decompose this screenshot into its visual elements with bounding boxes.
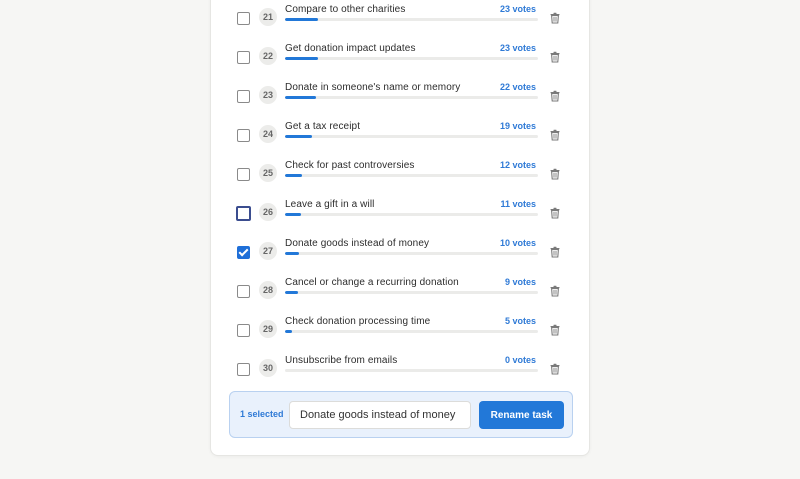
trash-icon[interactable] [549, 11, 561, 24]
task-row: 21 Compare to other charities 23 votes [211, 4, 589, 45]
selected-count: 1 selected [240, 409, 284, 419]
task-rank-badge: 26 [259, 203, 277, 221]
task-votes: 5 votes [504, 316, 536, 326]
task-checkbox[interactable] [237, 51, 250, 64]
task-checkbox[interactable] [237, 129, 250, 142]
task-title: Donate goods instead of money [285, 238, 430, 249]
task-row: 25 Check for past controversies 12 votes [211, 160, 589, 201]
task-rank-badge: 28 [259, 281, 277, 299]
task-rank-badge: 30 [259, 359, 277, 377]
task-row: 28 Cancel or change a recurring donation 9… [211, 277, 589, 318]
votes-progress-track [285, 291, 538, 294]
trash-icon[interactable] [549, 284, 561, 297]
votes-progress-fill [285, 57, 318, 60]
task-title: Get a tax receipt [285, 121, 361, 132]
task-votes: 23 votes [499, 4, 536, 14]
votes-progress-track [285, 252, 538, 255]
votes-progress-track [285, 135, 538, 138]
task-row: 22 Get donation impact updates 23 votes [211, 43, 589, 84]
task-rank-badge: 23 [259, 86, 277, 104]
task-rank-badge: 24 [259, 125, 277, 143]
rename-task-button[interactable]: Rename task [479, 401, 564, 429]
task-checkbox[interactable] [237, 246, 250, 259]
task-title: Unsubscribe from emails [285, 355, 398, 366]
task-title: Check for past controversies [285, 160, 415, 171]
task-votes: 19 votes [499, 121, 536, 131]
trash-icon[interactable] [549, 167, 561, 180]
votes-progress-track [285, 18, 538, 21]
task-votes: 11 votes [500, 199, 536, 209]
trash-icon[interactable] [549, 128, 561, 141]
selection-action-bar: 1 selected Rename task [229, 391, 573, 438]
task-card: 21 Compare to other charities 23 votes 22 Ge… [210, 0, 590, 456]
trash-icon[interactable] [549, 362, 561, 375]
trash-icon[interactable] [549, 323, 561, 336]
task-votes: 10 votes [499, 238, 536, 248]
task-title: Check donation processing time [285, 316, 431, 327]
votes-progress-fill [285, 174, 303, 177]
votes-progress-track [285, 330, 538, 333]
task-row: 24 Get a tax receipt 19 votes [211, 121, 589, 162]
rename-task-input[interactable] [289, 401, 471, 429]
task-votes: 9 votes [504, 277, 536, 287]
votes-progress-fill [285, 213, 301, 216]
task-title: Cancel or change a recurring donation [285, 277, 459, 288]
votes-progress-track [285, 213, 538, 216]
task-checkbox[interactable] [237, 324, 250, 337]
task-votes: 12 votes [499, 160, 536, 170]
task-title: Compare to other charities [285, 4, 406, 15]
trash-icon[interactable] [549, 206, 561, 219]
votes-progress-track [285, 57, 538, 60]
task-checkbox[interactable] [237, 363, 250, 376]
votes-progress-fill [285, 135, 313, 138]
votes-progress-track [285, 174, 538, 177]
trash-icon[interactable] [549, 50, 561, 63]
task-rank-badge: 25 [259, 164, 277, 182]
trash-icon[interactable] [549, 245, 561, 258]
votes-progress-fill [285, 291, 298, 294]
task-rank-badge: 21 [259, 8, 277, 26]
votes-progress-fill [285, 18, 318, 21]
votes-progress-track [285, 369, 538, 372]
task-checkbox[interactable] [237, 285, 250, 298]
task-votes: 22 votes [499, 82, 536, 92]
task-title: Get donation impact updates [285, 43, 416, 54]
task-row: 23 Donate in someone's name or memory 22 v… [211, 82, 589, 123]
task-title: Donate in someone's name or memory [285, 82, 461, 93]
task-row: 27 Donate goods instead of money 10 votes [211, 238, 589, 279]
task-rank-badge: 27 [259, 242, 277, 260]
task-votes: 0 votes [504, 355, 536, 365]
task-checkbox[interactable] [237, 90, 250, 103]
votes-progress-fill [285, 96, 317, 99]
task-row: 29 Check donation processing time 5 votes [211, 316, 589, 357]
trash-icon[interactable] [549, 89, 561, 102]
task-votes: 23 votes [499, 43, 536, 53]
task-title: Leave a gift in a will [285, 199, 375, 210]
task-rank-badge: 29 [259, 320, 277, 338]
votes-progress-fill [285, 330, 293, 333]
task-checkbox[interactable] [236, 206, 251, 221]
task-checkbox[interactable] [237, 12, 250, 25]
task-row: 26 Leave a gift in a will 11 votes [211, 199, 589, 240]
task-checkbox[interactable] [237, 168, 250, 181]
task-rank-badge: 22 [259, 47, 277, 65]
votes-progress-fill [285, 252, 300, 255]
votes-progress-track [285, 96, 538, 99]
